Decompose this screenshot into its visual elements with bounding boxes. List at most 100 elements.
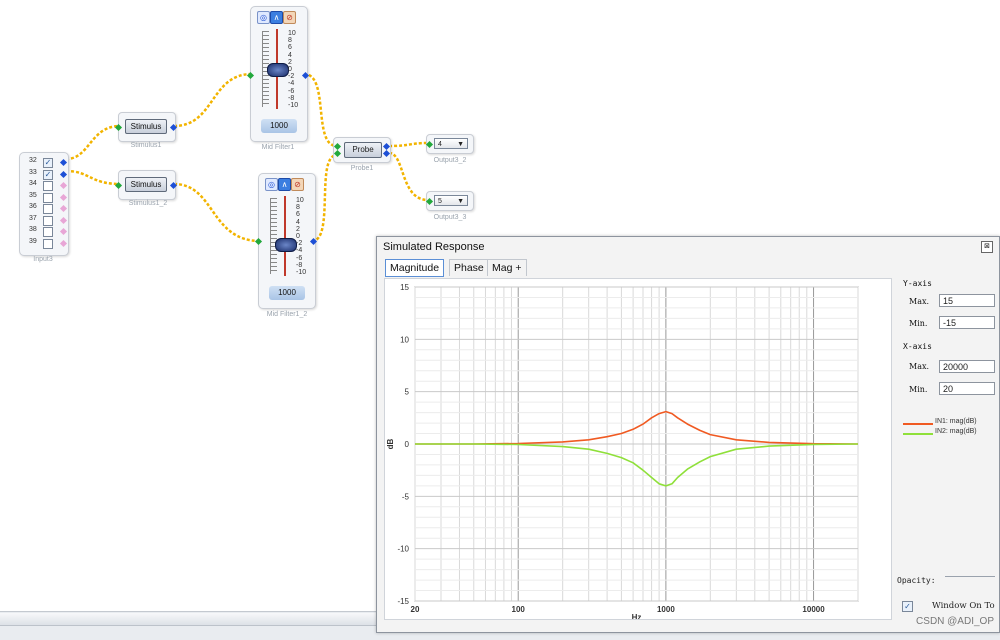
y-max-field[interactable]: 15 [939,294,995,307]
probe-button[interactable]: Probe [344,142,382,158]
horizontal-scrollbar[interactable] [0,613,376,626]
gain-slider-track[interactable] [284,196,286,276]
output-pin[interactable] [59,204,68,213]
input-channel-checkbox[interactable]: ✓ [43,158,53,168]
input-channel-row: 32 ✓ [20,157,68,168]
gain-scale-label: 8 [296,204,300,212]
input-channel-row: 34 [20,180,68,191]
input-pin[interactable] [425,140,434,149]
output-pin[interactable] [59,158,68,167]
y-tick-label: 15 [400,283,409,292]
input-channel-checkbox[interactable] [43,204,53,214]
input-channel-row: 33 ✓ [20,169,68,180]
output-pin[interactable] [169,123,178,132]
gain-scale-label: -10 [288,102,299,109]
input-channel-checkbox[interactable] [43,238,53,249]
plot-area[interactable]: 15 10 5 0 -5 -10 -15 20 100 1000 10000 Hz dB [384,278,892,622]
input-channel-checkbox[interactable] [43,181,53,191]
y-tick-label: -5 [402,492,410,501]
gain-slider-knob[interactable] [267,63,289,77]
stimulus-button-2[interactable]: Stimulus [125,177,167,192]
output-channel-select-2[interactable]: 5 ▼ [434,195,468,206]
gain-scale-label: 6 [296,211,300,219]
x-tick-label: 20 [411,605,420,614]
output-block-1[interactable]: 4 ▼ [425,134,474,154]
y-min-label: Min. [909,319,928,328]
tab-magnitude[interactable]: Magnitude [385,259,445,277]
frequency-value[interactable]: 1000 [261,119,297,133]
input-channel-checkbox[interactable]: ✓ [43,169,53,180]
stimulus-block-1[interactable]: Stimulus [114,112,178,142]
input-block[interactable]: 32 ✓ 33 ✓ 34 35 36 37 38 39 [19,152,69,256]
peak-filter-icon[interactable]: ∧ [270,11,283,24]
input-channel-number: 35 [29,191,37,199]
output-pin[interactable] [59,170,68,178]
gain-scale-label: -4 [288,80,295,88]
y-max-label: Max. [909,297,930,306]
y-tick-label: -10 [397,545,409,554]
frequency-value[interactable]: 1000 [269,286,305,300]
output-pin[interactable] [59,216,68,224]
output-pin[interactable] [59,227,68,236]
input-channel-checkbox[interactable] [43,192,53,203]
gain-scale-label: -8 [296,261,303,269]
input-channel-row: 39 [20,238,68,249]
input-channel-number: 33 [29,168,37,176]
output-channel-select-1[interactable]: 4 ▼ [434,138,468,149]
input-channel-row: 36 [20,203,68,214]
output-pin[interactable] [59,181,68,190]
stimulus-1-caption: Stimulus1 [130,142,162,149]
dropdown-arrow-icon[interactable]: ▼ [457,139,464,150]
target-icon[interactable]: ◎ [265,178,278,191]
output-pin[interactable] [59,193,68,201]
bypass-icon[interactable]: ⊘ [283,11,296,24]
input-channel-row: 38 [20,226,68,237]
mid-filter-block-2[interactable]: ◎ ∧ ⊘ 1000 10 8 6 4 2 0 -2 -4 -6 -8 -10 [254,173,318,309]
x-min-field[interactable]: 20 [939,382,995,395]
legend-swatch-in2 [903,433,933,435]
output-pin[interactable] [59,239,68,247]
gain-scale-label: -10 [296,269,307,276]
input-pin[interactable] [333,149,342,158]
y-tick-label: 5 [405,388,410,397]
bypass-icon[interactable]: ⊘ [291,178,304,191]
input-channel-row: 35 [20,192,68,203]
x-max-label: Max. [909,362,930,371]
stimulus-button-1[interactable]: Stimulus [125,119,167,134]
output-block-2[interactable]: 5 ▼ [425,191,474,211]
dropdown-arrow-icon[interactable]: ▼ [457,196,464,207]
window-on-top-checkbox[interactable]: ✓ [902,601,913,612]
target-icon[interactable]: ◎ [257,11,270,24]
probe-block[interactable]: Probe [333,137,391,163]
mid-filter-block-1[interactable]: ◎ ∧ ⊘ 1000 10 8 6 4 2 0 -2 -4 -6 -8 -10 [246,6,310,142]
window-title: Simulated Response [383,241,485,253]
legend-label-in2: IN2: mag(dB) [935,428,977,435]
output-pin[interactable] [169,181,178,190]
opacity-slider[interactable] [945,576,995,585]
tab-phase[interactable]: Phase [449,259,489,276]
y-tick-label: 0 [405,440,410,449]
y-min-field[interactable]: -15 [939,316,995,329]
gain-scale-label: 10 [288,30,296,37]
tab-mag-phase[interactable]: Mag + Phase [487,259,527,290]
gain-scale-label: -6 [296,254,303,262]
input-channel-number: 38 [29,226,37,233]
gain-scale-label: 2 [288,58,292,66]
input-channel-checkbox[interactable] [43,227,53,237]
close-icon[interactable]: ⊠ [981,241,993,253]
y-tick-label: -15 [397,597,409,606]
peak-filter-icon[interactable]: ∧ [278,178,291,191]
input-pin[interactable] [425,197,434,206]
legend-label-in1: IN1: mag(dB) [935,418,977,425]
gain-scale-label: 4 [296,218,300,226]
x-max-field[interactable]: 20000 [939,360,995,373]
output-pin[interactable] [382,149,391,158]
x-tick-label: 1000 [657,605,675,614]
input-block-caption: Input3 [33,256,53,263]
gain-slider-knob[interactable] [275,238,297,252]
stimulus-2-caption: Stimulus1_2 [128,200,168,207]
y-axis-label: dB [386,438,395,449]
simulated-response-window[interactable]: Simulated Response ⊠ Magnitude Phase Mag… [376,236,1000,633]
stimulus-block-2[interactable]: Stimulus [114,170,178,200]
input-channel-checkbox[interactable] [43,215,53,226]
